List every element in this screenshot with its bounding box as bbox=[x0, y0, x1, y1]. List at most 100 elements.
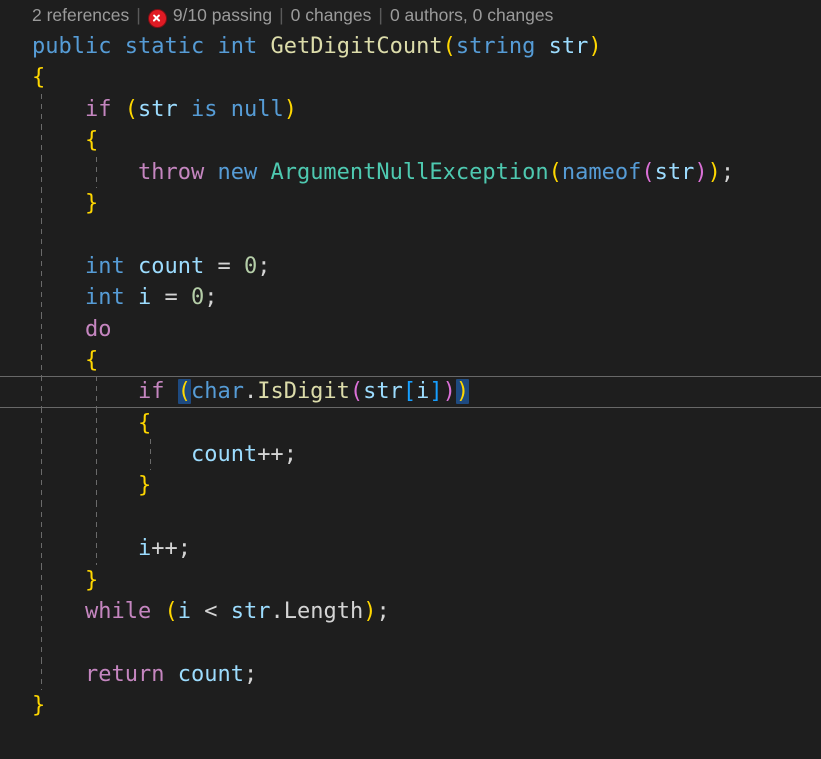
code-line[interactable]: { bbox=[0, 62, 821, 93]
code-line-text: throw new ArgumentNullException(nameof(s… bbox=[32, 160, 734, 185]
codelens-references[interactable]: 2 references bbox=[32, 5, 129, 26]
code-line[interactable] bbox=[0, 219, 821, 251]
code-line[interactable]: int i = 0; bbox=[0, 282, 821, 314]
code-line[interactable]: } bbox=[0, 690, 821, 721]
code-line-text: if (str is null) bbox=[32, 97, 297, 122]
code-line[interactable]: public static int GetDigitCount(string s… bbox=[0, 31, 821, 62]
code-line[interactable]: while (i < str.Length); bbox=[0, 596, 821, 628]
code-line[interactable]: int count = 0; bbox=[0, 250, 821, 283]
code-line-text: } bbox=[32, 693, 45, 718]
code-token: int bbox=[84, 253, 125, 279]
indent-guide bbox=[41, 627, 42, 659]
codelens-tests-group[interactable]: 9/10 passing bbox=[147, 5, 272, 28]
code-line[interactable]: } bbox=[0, 564, 821, 597]
code-token: 0 bbox=[190, 285, 205, 311]
code-token: public bbox=[32, 34, 112, 59]
code-token: if bbox=[137, 379, 165, 405]
codelens-authors[interactable]: 0 authors, 0 changes bbox=[390, 5, 553, 26]
code-token: ( bbox=[349, 379, 364, 405]
code-line[interactable]: } bbox=[0, 470, 821, 502]
code-line-text: { bbox=[32, 411, 151, 436]
code-token: ; bbox=[204, 285, 218, 311]
code-line[interactable]: { bbox=[0, 407, 821, 440]
code-token: { bbox=[84, 347, 99, 373]
code-line[interactable]: i++; bbox=[0, 533, 821, 565]
code-line[interactable]: { bbox=[0, 344, 821, 377]
code-token: } bbox=[137, 473, 152, 499]
code-line[interactable]: if (str is null) bbox=[0, 93, 821, 126]
code-line[interactable] bbox=[0, 627, 821, 659]
code-token: ) bbox=[707, 159, 721, 185]
code-token: } bbox=[32, 693, 46, 719]
code-token: nameof bbox=[561, 159, 642, 185]
code-token: . bbox=[243, 379, 258, 405]
code-token: ) bbox=[363, 599, 377, 625]
bracket-match-token: ( bbox=[177, 379, 191, 405]
code-token: ] bbox=[429, 379, 443, 405]
code-token: = bbox=[164, 285, 178, 311]
code-line[interactable]: if (char.IsDigit(str[i])) bbox=[0, 376, 821, 408]
code-token: do bbox=[84, 316, 112, 342]
code-token: str bbox=[548, 34, 589, 59]
code-line-text: } bbox=[32, 191, 98, 216]
code-line-text: count++; bbox=[32, 442, 297, 467]
code-token: str bbox=[137, 96, 178, 122]
code-editor[interactable]: 2 references | 9/10 passing | 0 changes … bbox=[0, 0, 821, 759]
code-line[interactable]: do bbox=[0, 313, 821, 345]
codelens-separator-2: | bbox=[279, 5, 284, 25]
code-token: count bbox=[177, 661, 244, 687]
code-content[interactable]: public static int GetDigitCount(string s… bbox=[0, 31, 821, 722]
code-token: ) bbox=[694, 159, 708, 185]
code-token: ++ bbox=[257, 442, 284, 468]
code-token: string bbox=[455, 34, 536, 59]
code-line[interactable]: } bbox=[0, 187, 821, 220]
code-token: { bbox=[137, 410, 152, 436]
code-token: ) bbox=[283, 96, 297, 122]
code-token: throw bbox=[137, 159, 205, 185]
codelens-changes[interactable]: 0 changes bbox=[291, 5, 372, 26]
code-token: str bbox=[363, 379, 403, 405]
code-line[interactable]: { bbox=[0, 125, 821, 157]
code-token: ( bbox=[164, 599, 178, 625]
codelens-tests[interactable]: 9/10 passing bbox=[173, 5, 272, 26]
code-token: { bbox=[32, 65, 46, 91]
code-token: return bbox=[84, 661, 165, 687]
code-token: Length bbox=[283, 599, 364, 625]
code-token: char bbox=[190, 379, 244, 405]
code-line-text: return count; bbox=[32, 662, 257, 687]
code-line[interactable]: throw new ArgumentNullException(nameof(s… bbox=[0, 156, 821, 188]
codelens-separator-1: | bbox=[136, 5, 141, 25]
code-token: . bbox=[270, 599, 284, 625]
code-line[interactable]: count++; bbox=[0, 439, 821, 471]
code-token: ; bbox=[376, 599, 390, 625]
code-line[interactable] bbox=[0, 501, 821, 534]
code-line[interactable]: return count; bbox=[0, 658, 821, 691]
code-token: ( bbox=[548, 159, 562, 185]
code-token: ) bbox=[442, 379, 456, 405]
code-token: str bbox=[654, 159, 695, 185]
code-line-text: if (char.IsDigit(str[i])) bbox=[32, 379, 470, 405]
